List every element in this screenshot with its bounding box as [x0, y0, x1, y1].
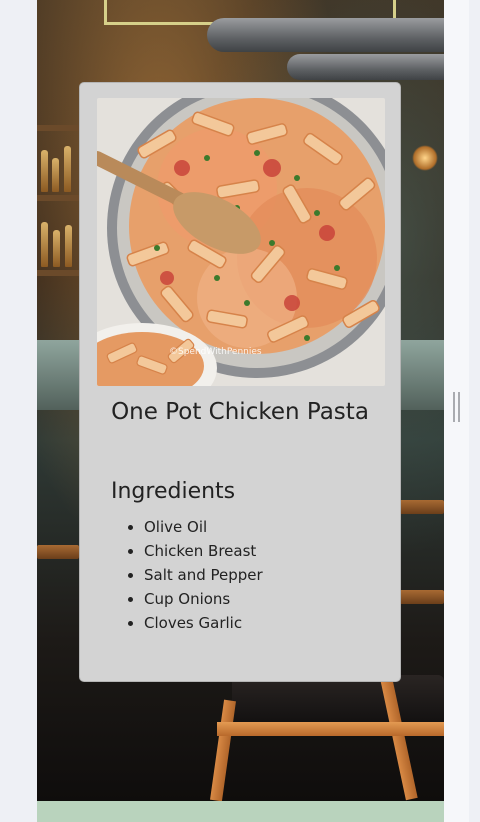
recipe-title: One Pot Chicken Pasta: [111, 399, 369, 425]
background-bottle: [53, 230, 60, 267]
ingredients-list: Olive Oil Chicken Breast Salt and Pepper…: [111, 515, 263, 635]
ingredient-item: Salt and Pepper: [144, 563, 263, 587]
background-chair-seat: [232, 675, 444, 725]
background-chair-rail: [217, 722, 444, 736]
footer-strip: [37, 801, 444, 822]
background-lamp: [412, 145, 438, 171]
background-bottle: [64, 146, 71, 192]
background-table: [37, 545, 79, 559]
background-duct: [207, 18, 444, 52]
background-bottle: [41, 150, 48, 192]
background-bottle: [41, 222, 48, 267]
background-shelf: [37, 125, 79, 131]
vertical-grip-icon[interactable]: [453, 392, 461, 422]
ingredient-item: Chicken Breast: [144, 539, 263, 563]
background-table: [397, 500, 444, 514]
background-bottle: [52, 158, 59, 192]
page: ©SpendWithPennies One Pot Chicken Pasta …: [0, 0, 480, 822]
background-table: [397, 590, 444, 604]
background-bottle: [65, 225, 72, 267]
background-shelf: [37, 270, 79, 276]
ingredient-item: Cup Onions: [144, 587, 263, 611]
background-duct: [287, 54, 444, 80]
ingredients-heading: Ingredients: [111, 479, 236, 504]
ingredient-item: Olive Oil: [144, 515, 263, 539]
background-shelf: [37, 195, 79, 201]
background-chair-leg: [210, 699, 236, 801]
recipe-card[interactable]: ©SpendWithPennies One Pot Chicken Pasta …: [79, 82, 401, 682]
ingredient-item: Cloves Garlic: [144, 611, 263, 635]
photo-watermark: ©SpendWithPennies: [169, 347, 262, 357]
recipe-photo: ©SpendWithPennies: [97, 98, 385, 386]
